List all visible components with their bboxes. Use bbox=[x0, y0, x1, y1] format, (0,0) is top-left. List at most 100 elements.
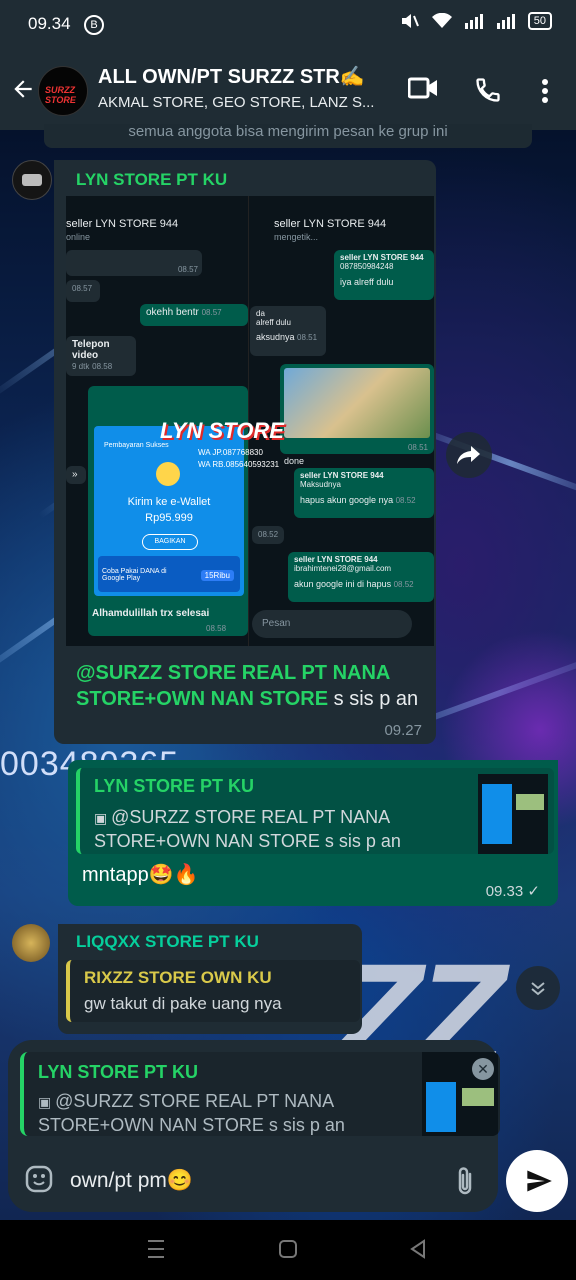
notification-badge-icon: B bbox=[84, 15, 104, 35]
home-icon[interactable] bbox=[278, 1238, 298, 1260]
nav-back-icon[interactable] bbox=[408, 1238, 428, 1260]
quoted-text: gw takut di pake uang nya bbox=[84, 994, 282, 1013]
image-text: 08.52 bbox=[393, 580, 414, 589]
message-input[interactable] bbox=[70, 1164, 430, 1198]
incoming-image-message[interactable]: LYN STORE PT KU seller LYN STORE 944 onl… bbox=[54, 160, 436, 744]
image-text: Rp95.999 bbox=[145, 512, 193, 524]
outgoing-reply-message[interactable]: LYN STORE PT KU ▣ @SURZZ STORE REAL PT N… bbox=[68, 760, 558, 906]
chat-title[interactable]: ALL OWN/PT SURZZ STR✍ bbox=[98, 64, 388, 89]
reply-text: ▣ @SURZZ STORE REAL PT NANA STORE+OWN NA… bbox=[38, 1090, 368, 1136]
reply-sender: LYN STORE PT KU bbox=[38, 1062, 199, 1082]
image-text: da bbox=[256, 309, 265, 318]
phone-icon[interactable] bbox=[474, 76, 502, 104]
send-button[interactable] bbox=[506, 1150, 568, 1212]
message-time: 09.27 bbox=[384, 722, 422, 739]
quoted-sender: RIXZZ STORE OWN KU bbox=[84, 968, 272, 987]
image-text: okehh bentr bbox=[146, 307, 199, 318]
image-text: WA JP.087768830 bbox=[198, 448, 263, 457]
image-text: 08.51 bbox=[297, 333, 318, 342]
image-text: seller LYN STORE 944 bbox=[340, 253, 424, 262]
quoted-message[interactable]: RIXZZ STORE OWN KU gw takut di pake uang… bbox=[66, 960, 360, 1022]
image-text: 15Ribu bbox=[200, 570, 234, 581]
image-text: hapus akun google nya bbox=[300, 495, 394, 505]
message-sender[interactable]: LYN STORE PT KU bbox=[76, 170, 227, 190]
system-notice: semua anggota bisa mengirim pesan ke gru… bbox=[44, 124, 532, 148]
image-text: iya alreff dulu bbox=[340, 277, 394, 287]
chat-subtitle[interactable]: AKMAL STORE, GEO STORE, LANZ S... bbox=[98, 94, 388, 111]
quoted-text: ▣ @SURZZ STORE REAL PT NANA STORE+OWN NA… bbox=[94, 806, 424, 853]
quoted-message[interactable]: LYN STORE PT KU ▣ @SURZZ STORE REAL PT N… bbox=[76, 768, 554, 854]
image-text: 08.58 bbox=[92, 362, 113, 371]
message-time: 09.33 ✓ bbox=[486, 882, 540, 900]
mute-icon bbox=[401, 14, 419, 28]
emoji-icon[interactable] bbox=[24, 1164, 54, 1194]
image-text: 087850984248 bbox=[340, 262, 394, 271]
status-time: 09.34 bbox=[28, 14, 71, 33]
image-text: aksudnya bbox=[256, 332, 295, 342]
image-text: Pesan bbox=[262, 618, 291, 629]
image-text: 08.57 bbox=[201, 308, 222, 317]
back-arrow-icon[interactable] bbox=[10, 76, 36, 102]
image-text: 08.58 bbox=[206, 624, 227, 633]
more-icon[interactable] bbox=[540, 78, 550, 104]
battery-icon: 50 bbox=[527, 12, 552, 30]
avatar-logo: SURZZ STORE bbox=[45, 85, 76, 105]
signal-icon bbox=[464, 14, 483, 29]
message-text: @SURZZ STORE REAL PT NANA STORE+OWN NAN … bbox=[76, 660, 426, 712]
wifi-icon bbox=[431, 13, 452, 28]
image-text: 08.57 bbox=[177, 265, 198, 274]
image-text: BAGIKAN bbox=[142, 534, 198, 550]
image-text: 08.57 bbox=[72, 284, 93, 293]
image-text: seller LYN STORE 944 bbox=[300, 471, 384, 480]
image-text: akun google ini di hapus bbox=[294, 579, 392, 589]
reply-text-body: @SURZZ STORE REAL PT NANA STORE+OWN NAN … bbox=[38, 1091, 345, 1135]
image-text: 9 dtk bbox=[72, 362, 90, 371]
status-icons: 50 bbox=[398, 12, 552, 30]
message-time-value: 09.33 bbox=[485, 883, 524, 900]
forward-icon[interactable] bbox=[446, 432, 492, 478]
image-text: Kirim ke e-Wallet bbox=[127, 496, 211, 508]
image-left-status: online bbox=[66, 232, 91, 242]
sender-avatar[interactable] bbox=[12, 160, 52, 200]
image-left-header: seller LYN STORE 944 bbox=[66, 218, 179, 230]
recent-apps-icon[interactable] bbox=[146, 1238, 166, 1260]
image-text: Coba Pakai DANA di Google Play bbox=[102, 568, 167, 582]
reply-preview: LYN STORE PT KU ▣ @SURZZ STORE REAL PT N… bbox=[20, 1052, 500, 1136]
sender-avatar[interactable] bbox=[12, 924, 50, 962]
image-text: ibrahimtenei28@gmail.com bbox=[294, 564, 392, 573]
incoming-reply-message[interactable]: LIQQXX STORE PT KU RIXZZ STORE OWN KU gw… bbox=[58, 924, 362, 1034]
close-icon[interactable]: ✕ bbox=[472, 1058, 494, 1080]
group-avatar[interactable]: SURZZ STORE bbox=[38, 66, 88, 116]
scroll-down-icon[interactable] bbox=[516, 966, 560, 1010]
image-text: Pembayaran Sukses bbox=[104, 442, 169, 449]
image-icon: ▣ bbox=[38, 1094, 56, 1110]
message-image[interactable]: seller LYN STORE 944 online 08.57 08.57 … bbox=[66, 196, 434, 646]
image-text: Alhamdulillah trx selesai bbox=[92, 608, 210, 619]
image-text: 08.52 bbox=[258, 530, 279, 539]
status-bar: 09.34 B 50 bbox=[0, 0, 576, 48]
video-call-icon[interactable] bbox=[408, 76, 438, 100]
message-composer: LYN STORE PT KU ▣ @SURZZ STORE REAL PT N… bbox=[8, 1040, 500, 1212]
image-right-header: seller LYN STORE 944 bbox=[274, 218, 387, 230]
system-nav-bar bbox=[0, 1220, 576, 1280]
message-sender[interactable]: LIQQXX STORE PT KU bbox=[76, 932, 259, 952]
image-right-status: mengetik... bbox=[274, 232, 319, 242]
image-icon: ▣ bbox=[94, 810, 112, 826]
attach-icon[interactable] bbox=[452, 1166, 478, 1198]
quoted-text-body: @SURZZ STORE REAL PT NANA STORE+OWN NAN … bbox=[94, 807, 401, 851]
image-right-panel: seller LYN STORE 944 mengetik... seller … bbox=[160, 196, 434, 646]
image-text: done bbox=[284, 456, 305, 466]
message-text: mntapp🤩🔥 bbox=[82, 864, 199, 886]
chat-header: SURZZ STORE ALL OWN/PT SURZZ STR✍ AKMAL … bbox=[0, 48, 576, 130]
image-text: Telepon video bbox=[72, 339, 110, 361]
image-text: Maksudnya bbox=[300, 480, 341, 489]
image-watermark: LYN STORE bbox=[160, 418, 284, 443]
quoted-thumbnail bbox=[478, 774, 548, 854]
delivered-check-icon: ✓ bbox=[527, 883, 540, 900]
image-text: alreff dulu bbox=[256, 318, 291, 327]
image-text: WA RB.085640593231 bbox=[198, 460, 280, 469]
message-body: s sis p an bbox=[328, 688, 419, 710]
send-icon bbox=[527, 1170, 552, 1192]
image-text: 08.51 bbox=[407, 443, 428, 452]
image-text: 08.52 bbox=[395, 496, 416, 505]
